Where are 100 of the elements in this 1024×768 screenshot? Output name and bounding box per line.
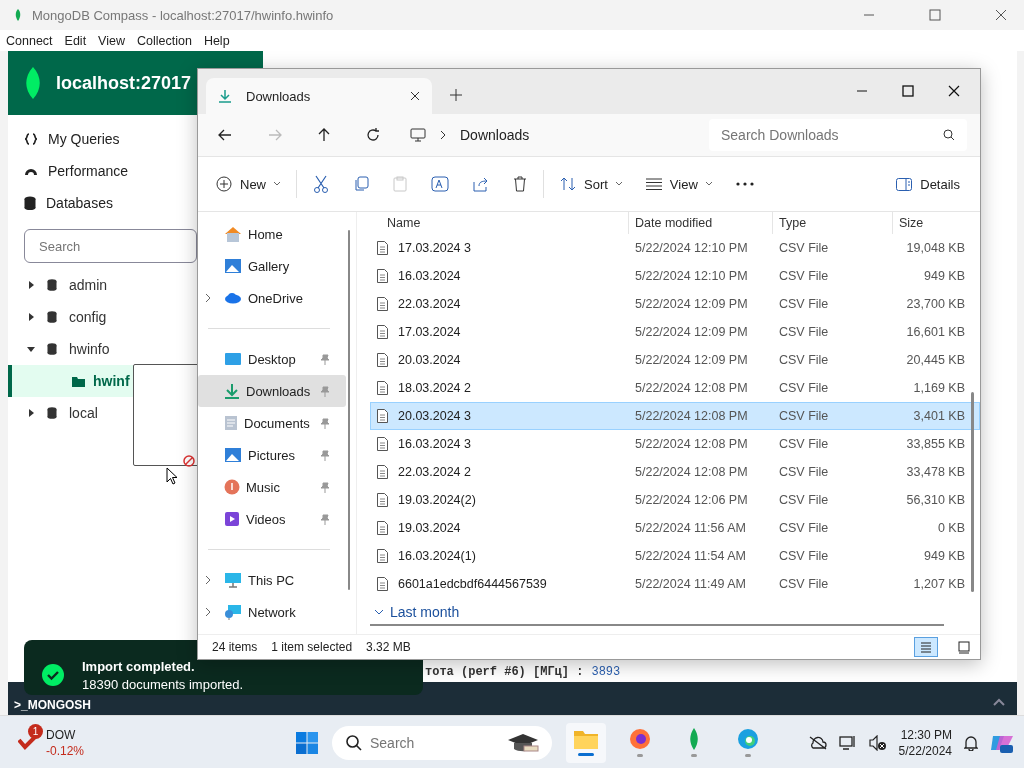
- file-row[interactable]: 17.03.2024 3 5/22/2024 12:10 PM CSV File 19,048 KB: [370, 234, 980, 262]
- column-header[interactable]: Type: [772, 212, 892, 234]
- pin-icon[interactable]: [320, 417, 330, 429]
- close-icon[interactable]: [410, 91, 420, 101]
- chevron-up-icon[interactable]: [993, 698, 1005, 706]
- nav-item[interactable]: This PC: [198, 564, 346, 596]
- file-row[interactable]: 22.03.2024 5/22/2024 12:09 PM CSV File 23,700 KB: [370, 290, 980, 318]
- file-icon: [377, 549, 388, 563]
- nav-item[interactable]: OneDrive: [198, 282, 346, 314]
- file-row[interactable]: 20.03.2024 3 5/22/2024 12:08 PM CSV File 3,401 KB: [370, 402, 980, 430]
- details-view-icon[interactable]: [914, 637, 938, 657]
- file-row[interactable]: 20.03.2024 5/22/2024 12:09 PM CSV File 20,445 KB: [370, 346, 980, 374]
- back-icon[interactable]: [218, 129, 232, 141]
- sort-button[interactable]: Sort: [560, 176, 622, 192]
- menu-item[interactable]: View: [98, 33, 125, 48]
- database-item[interactable]: local: [8, 397, 104, 429]
- details-button[interactable]: Details: [896, 176, 960, 192]
- cut-icon[interactable]: [313, 175, 329, 193]
- host-name: localhost:27017: [56, 72, 192, 94]
- file-row[interactable]: 22.03.2024 2 5/22/2024 12:08 PM CSV File 33,478 KB: [370, 458, 980, 486]
- pin-icon[interactable]: [320, 481, 330, 493]
- file-type: CSV File: [778, 325, 830, 339]
- tab[interactable]: Downloads: [206, 78, 432, 114]
- database-item[interactable]: admin: [8, 269, 114, 301]
- nav-item[interactable]: Music: [198, 471, 346, 503]
- file-date: 5/22/2024 12:08 PM: [634, 437, 749, 451]
- selection-size: 3.32 MB: [366, 640, 411, 654]
- pin-icon[interactable]: [320, 449, 330, 461]
- file-row[interactable]: 19.03.2024 5/22/2024 11:56 AM CSV File 0 KB: [370, 514, 980, 542]
- house-icon: [224, 226, 242, 242]
- file-type: CSV File: [778, 297, 830, 311]
- new-button[interactable]: New: [216, 176, 280, 192]
- clock[interactable]: 12:30 PM 5/22/2024: [898, 726, 952, 759]
- braces-icon: [24, 133, 38, 145]
- chevron-icon[interactable]: [205, 607, 211, 617]
- file-size: 20,445 KB: [905, 353, 965, 367]
- taskbar-search[interactable]: Search: [332, 725, 552, 760]
- file-row[interactable]: 6601a1edcbdf6444567539 5/22/2024 11:49 AM CSV File 1,207 KB: [370, 570, 980, 598]
- file-row[interactable]: 19.03.2024(2) 5/22/2024 12:06 PM CSV File 56,310 KB: [370, 486, 980, 514]
- bell-icon[interactable]: [964, 734, 978, 751]
- chevron-icon[interactable]: [205, 575, 211, 585]
- menu-item[interactable]: Collection: [137, 33, 192, 48]
- file-row[interactable]: 18.03.2024 2 5/22/2024 12:08 PM CSV File 1,169 KB: [370, 374, 980, 402]
- image-icon: [224, 447, 242, 463]
- start-icon[interactable]: [296, 731, 318, 754]
- refresh-icon[interactable]: [366, 128, 380, 142]
- file-row[interactable]: 16.03.2024(1) 5/22/2024 11:54 AM CSV File 949 KB: [370, 542, 980, 570]
- breadcrumb-item[interactable]: Downloads: [460, 127, 530, 143]
- nav-item[interactable]: Pictures: [198, 439, 346, 471]
- more-icon[interactable]: [735, 182, 754, 186]
- search-field[interactable]: Search: [24, 229, 197, 263]
- menu-item[interactable]: Help: [203, 33, 230, 48]
- file-row[interactable]: 16.03.2024 5/22/2024 12:10 PM CSV File 949 KB: [370, 262, 980, 290]
- tree-item[interactable]: hwinf: [8, 365, 133, 397]
- column-header[interactable]: Name: [370, 212, 628, 234]
- nav-item[interactable]: Videos: [198, 503, 346, 535]
- share-icon[interactable]: [473, 176, 489, 192]
- nav-item[interactable]: Documents: [198, 407, 346, 439]
- copy-icon[interactable]: [353, 176, 369, 192]
- file-icon: [377, 241, 388, 255]
- file-row[interactable]: 16.03.2024 3 5/22/2024 12:08 PM CSV File 33,855 KB: [370, 430, 980, 458]
- close-icon[interactable]: [948, 85, 960, 97]
- menu-item[interactable]: Edit: [64, 33, 87, 48]
- pin-icon[interactable]: [320, 353, 330, 365]
- file-row[interactable]: 17.03.2024 5/22/2024 12:09 PM CSV File 16,601 KB: [370, 318, 980, 346]
- toast-title: Import completed.: [82, 659, 196, 674]
- database-item[interactable]: hwinfo: [8, 333, 116, 365]
- pin-icon[interactable]: [320, 513, 330, 525]
- nav-item[interactable]: Gallery: [198, 250, 346, 282]
- chevron-icon[interactable]: [205, 293, 211, 303]
- maximize-icon[interactable]: [902, 85, 914, 97]
- delete-icon[interactable]: [513, 176, 527, 192]
- cloud-off-icon[interactable]: [808, 735, 827, 750]
- search-icon: [346, 734, 362, 751]
- nav-item[interactable]: Home: [198, 218, 346, 250]
- file-size: 949 KB: [923, 549, 965, 563]
- sidebar-item[interactable]: Performance: [24, 155, 129, 187]
- column-header[interactable]: Size: [892, 212, 964, 234]
- new-tab-icon[interactable]: [450, 89, 462, 101]
- database-item[interactable]: config: [8, 301, 113, 333]
- group-header[interactable]: Last month: [370, 598, 980, 626]
- file-name: 16.03.2024 3: [398, 437, 471, 451]
- sidebar-item[interactable]: Databases: [24, 187, 113, 219]
- nav-item[interactable]: Downloads: [198, 375, 346, 407]
- nav-item[interactable]: Network: [198, 596, 346, 628]
- nav-item[interactable]: Desktop: [198, 343, 346, 375]
- close-icon[interactable]: [995, 9, 1007, 21]
- column-header[interactable]: Date modified: [628, 212, 772, 234]
- view-button[interactable]: View: [645, 176, 712, 192]
- up-icon[interactable]: [318, 128, 330, 142]
- network-icon[interactable]: [838, 734, 857, 751]
- speaker-muted-icon[interactable]: [868, 734, 887, 751]
- monitor-icon: [410, 128, 426, 142]
- rename-icon[interactable]: [431, 176, 449, 192]
- search-field[interactable]: Search Downloads: [709, 119, 967, 151]
- folder-app-icon[interactable]: [566, 722, 606, 763]
- menu-item[interactable]: Connect: [6, 33, 53, 48]
- sidebar-item[interactable]: My Queries: [24, 123, 120, 155]
- leaf-icon: [24, 67, 42, 99]
- file-icon: [377, 353, 388, 367]
